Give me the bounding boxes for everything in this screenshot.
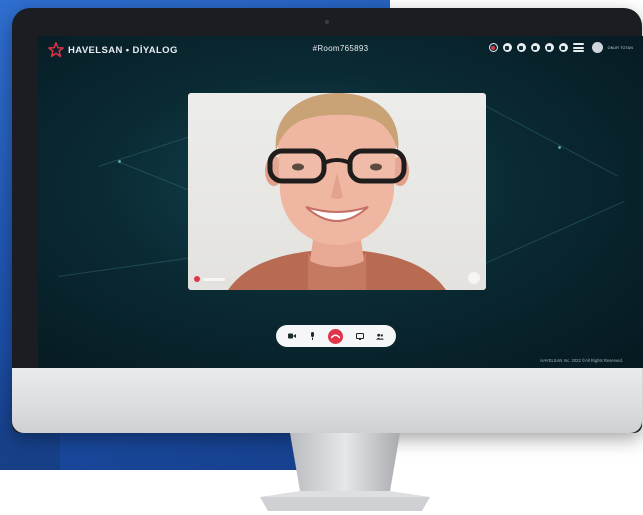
- participant-video: [188, 93, 486, 290]
- network-node: [118, 160, 121, 163]
- app-screen: HAVELSAN • DİYALOG #Room765893 ONUR TOTA…: [38, 36, 643, 368]
- chat-icon[interactable]: [544, 43, 554, 52]
- network-node: [558, 146, 561, 149]
- live-dot-icon: [194, 276, 200, 282]
- microphone-icon[interactable]: [308, 332, 316, 340]
- network-line: [58, 256, 197, 277]
- pin-video-icon[interactable]: [468, 272, 480, 284]
- network-line: [467, 96, 619, 177]
- user-name: ONUR TOTAN: [607, 45, 633, 50]
- top-bar: HAVELSAN • DİYALOG #Room765893 ONUR TOTA…: [38, 36, 643, 64]
- participant-portrait: [228, 93, 446, 290]
- monitor-stand: [260, 433, 430, 511]
- toolbar-icons: ONUR TOTAN: [488, 42, 633, 53]
- camera-icon[interactable]: [288, 332, 297, 340]
- screen-share-icon[interactable]: [355, 332, 364, 340]
- audio-indicator: [194, 276, 225, 282]
- pencil-icon[interactable]: [516, 43, 526, 52]
- user-avatar[interactable]: [591, 42, 603, 53]
- audio-level-bar: [203, 277, 225, 281]
- webcam-dot: [325, 20, 329, 24]
- participants-icon[interactable]: [375, 332, 384, 340]
- hangup-icon[interactable]: [328, 328, 344, 344]
- call-controls: [276, 325, 396, 347]
- settings-icon[interactable]: [558, 43, 568, 52]
- network-line: [478, 200, 625, 267]
- info-icon[interactable]: [530, 43, 540, 52]
- lock-icon[interactable]: [502, 43, 512, 52]
- copyright-footer: HAVELSAN Inc. 2022 ©All Rights Reserved.: [540, 358, 623, 363]
- record-icon[interactable]: [488, 43, 498, 52]
- monitor-chin: [12, 368, 642, 433]
- menu-icon[interactable]: [572, 43, 584, 52]
